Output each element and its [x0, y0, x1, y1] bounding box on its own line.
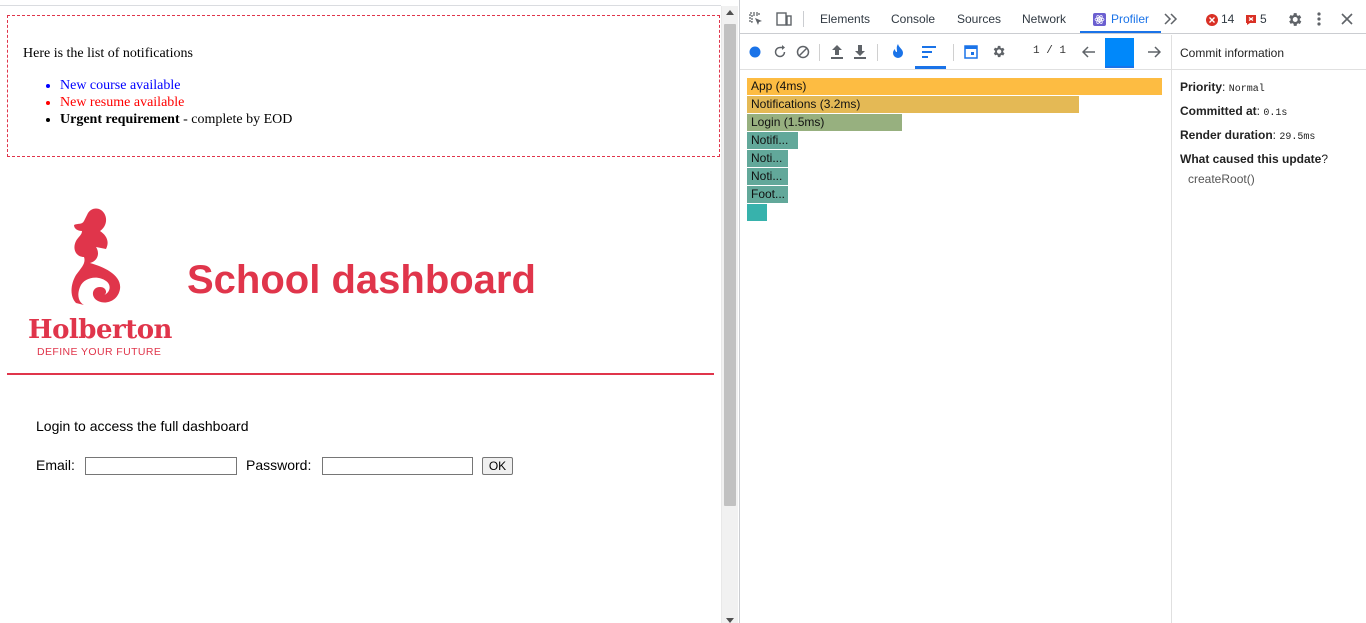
tab-elements[interactable]: Elements	[820, 12, 870, 26]
cause-row: What caused this update?	[1180, 152, 1328, 166]
browser-page: Here is the list of notifications New co…	[0, 0, 721, 623]
commit-bar[interactable]	[1105, 38, 1134, 68]
committed-at-value: 0.1s	[1263, 108, 1288, 119]
tabbar-separator	[803, 11, 804, 27]
flame-bar-notifications[interactable]: Notifications (3.2ms)	[747, 96, 1079, 113]
email-input[interactable]	[85, 457, 237, 475]
page-top-border	[0, 5, 721, 6]
committed-at-label: Committed at	[1180, 104, 1257, 118]
profiler-settings-gear-icon[interactable]	[991, 44, 1006, 59]
password-input[interactable]	[322, 457, 473, 475]
error-count[interactable]: 14	[1221, 12, 1234, 26]
flame-bar-leaf[interactable]	[747, 204, 767, 221]
holberton-logo: Holberton DEFINE YOUR FUTURE	[26, 205, 172, 360]
load-profile-icon[interactable]	[830, 44, 844, 60]
committed-at-row: Committed at: 0.1s	[1180, 104, 1288, 119]
notification-item-urgent: New resume available	[60, 94, 292, 111]
sidebar-divider	[1171, 35, 1172, 623]
close-devtools-icon[interactable]	[1341, 13, 1353, 25]
more-tabs-chevron-icon[interactable]	[1164, 13, 1178, 25]
render-duration-row: Render duration: 29.5ms	[1180, 128, 1316, 143]
previous-commit-arrow-icon[interactable]	[1082, 46, 1096, 58]
flame-bar-label: Notifi...	[751, 133, 789, 147]
inspect-element-icon[interactable]	[748, 11, 764, 27]
priority-value: Normal	[1228, 84, 1265, 95]
cause-value[interactable]: createRoot()	[1188, 172, 1255, 186]
issues-icon[interactable]	[1245, 14, 1257, 26]
active-tab-indicator	[1080, 31, 1161, 33]
flame-bar-footer[interactable]: Foot...	[747, 186, 788, 203]
notifications-panel: Here is the list of notifications New co…	[7, 15, 720, 157]
toolbar-separator	[953, 44, 954, 61]
scroll-thumb[interactable]	[724, 24, 736, 506]
page-scrollbar[interactable]	[721, 6, 738, 623]
next-commit-arrow-icon[interactable]	[1147, 46, 1161, 58]
render-duration-value: 29.5ms	[1279, 132, 1316, 143]
device-toolbar-icon[interactable]	[775, 11, 793, 27]
devtools-tabbar: Elements Console Sources Network Profile…	[740, 5, 1366, 34]
flame-bar-label: Login (1.5ms)	[751, 115, 825, 129]
notification-strong: Urgent requirement	[60, 112, 180, 127]
flame-bar-notification-item[interactable]: Noti...	[747, 150, 788, 167]
notification-item-html: Urgent requirement - complete by EOD	[60, 111, 292, 128]
flame-bar-label: Notifications (3.2ms)	[751, 97, 861, 111]
error-icon[interactable]	[1206, 14, 1218, 26]
login-intro: Login to access the full dashboard	[36, 418, 249, 434]
flame-bar-app[interactable]: App (4ms)	[747, 78, 1162, 95]
page-title: School dashboard	[187, 258, 536, 302]
commit-info-title: Commit information	[1180, 46, 1285, 60]
commit-counter: 1 / 1	[1033, 45, 1067, 57]
password-label: Password:	[246, 457, 312, 473]
scroll-up-arrow-icon[interactable]	[726, 10, 734, 15]
notification-item-default: New course available	[60, 77, 292, 94]
save-profile-icon[interactable]	[853, 44, 867, 60]
flame-bar-label: Noti...	[751, 169, 783, 183]
logo-tagline: DEFINE YOUR FUTURE	[37, 346, 162, 358]
flame-bar-label: App (4ms)	[751, 79, 807, 93]
notifications-intro: Here is the list of notifications	[23, 46, 193, 61]
active-chart-indicator	[915, 66, 946, 69]
kebab-menu-icon[interactable]	[1316, 11, 1322, 27]
scroll-down-arrow-icon[interactable]	[726, 618, 734, 623]
flame-bar-label: Noti...	[751, 151, 783, 165]
email-label: Email:	[36, 457, 75, 473]
react-profiler-icon	[1093, 13, 1106, 26]
notifications-list: New course available New resume availabl…	[23, 77, 292, 128]
toolbar-separator	[819, 44, 820, 61]
tab-console[interactable]: Console	[891, 12, 935, 26]
tab-sources[interactable]: Sources	[957, 12, 1001, 26]
devtools-panel: Elements Console Sources Network Profile…	[739, 0, 1366, 623]
ok-button[interactable]: OK	[482, 457, 513, 475]
record-icon[interactable]	[749, 46, 761, 58]
flamegraph-chart-icon[interactable]	[892, 44, 904, 59]
flame-bar-notification-item[interactable]: Notifi...	[747, 132, 798, 149]
tab-profiler[interactable]: Profiler	[1111, 12, 1149, 26]
toolbar-separator	[877, 44, 878, 61]
flame-bar-label: Foot...	[751, 187, 786, 201]
timeline-calendar-icon[interactable]	[964, 44, 978, 59]
flame-bar-login[interactable]: Login (1.5ms)	[747, 114, 902, 131]
cause-label: What caused this update	[1180, 152, 1322, 166]
header-divider	[7, 373, 714, 375]
ranked-chart-icon[interactable]	[922, 46, 936, 58]
selected-commit-indicator	[1105, 66, 1134, 68]
notification-rest: - complete by EOD	[179, 112, 293, 127]
priority-label: Priority	[1180, 80, 1223, 94]
settings-gear-icon[interactable]	[1286, 11, 1303, 28]
seahorse-icon	[71, 208, 121, 305]
priority-row: Priority: Normal	[1180, 80, 1265, 95]
render-duration-label: Render duration	[1180, 128, 1273, 142]
flame-bar-notification-item[interactable]: Noti...	[747, 168, 788, 185]
reload-profile-icon[interactable]	[773, 45, 787, 59]
cause-question-mark: ?	[1321, 152, 1329, 166]
tab-network[interactable]: Network	[1022, 12, 1066, 26]
issues-count[interactable]: 5	[1260, 12, 1267, 26]
logo-wordmark: Holberton	[28, 315, 172, 345]
commit-info-header: Commit information	[1172, 35, 1366, 70]
clear-profile-icon[interactable]	[796, 45, 810, 59]
profiler-toolbar: 1 / 1	[740, 35, 1171, 70]
